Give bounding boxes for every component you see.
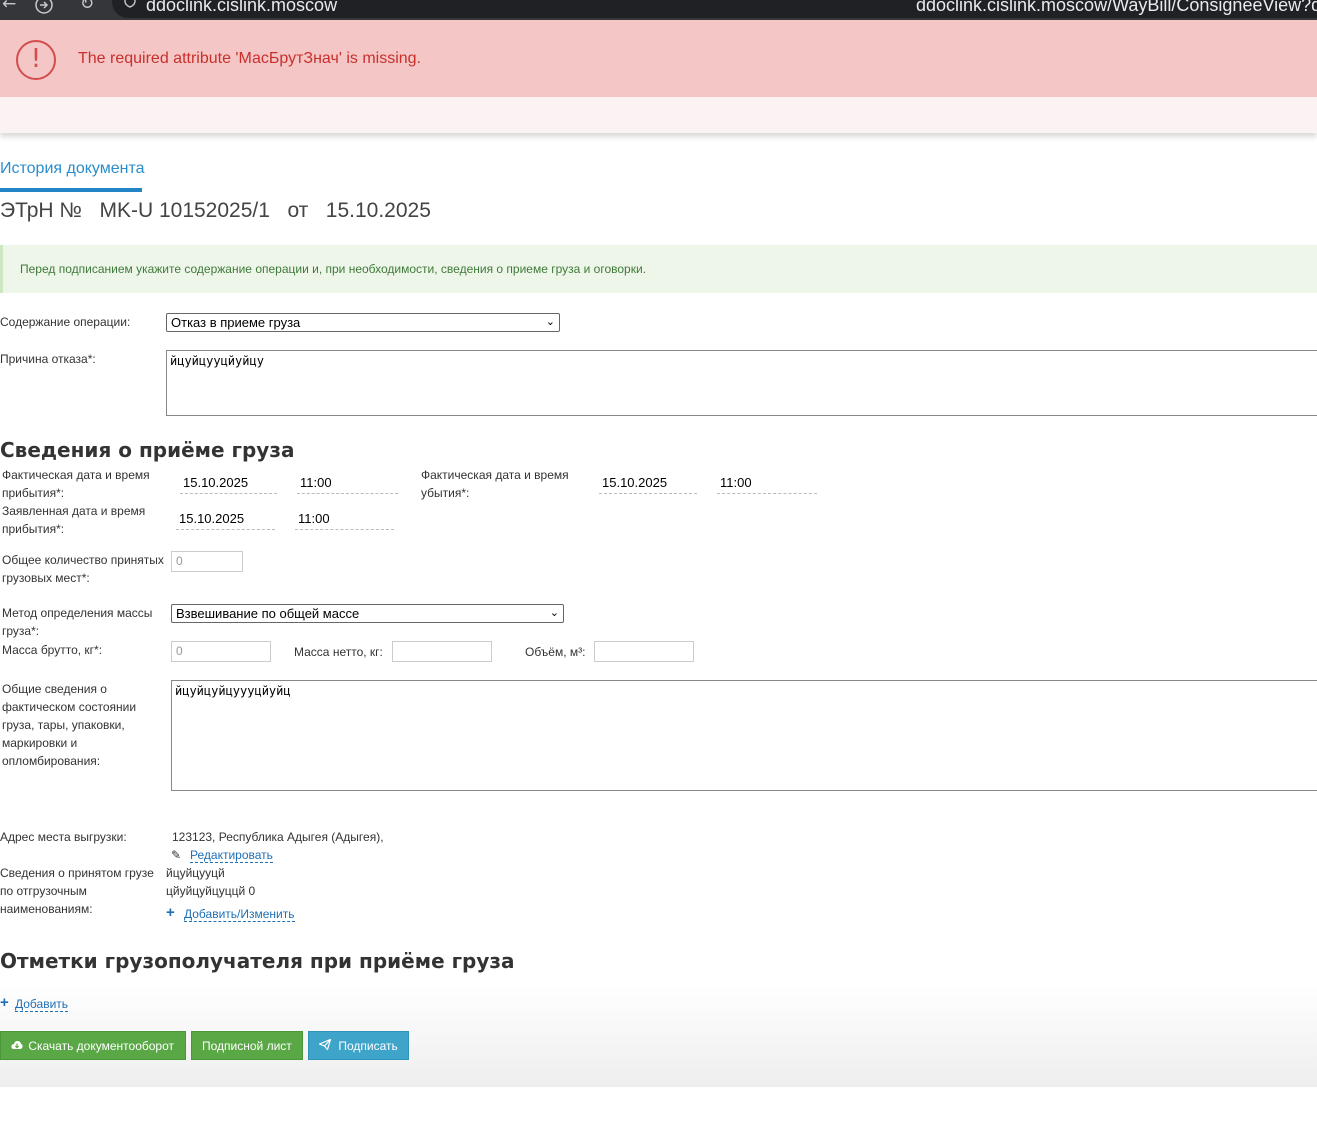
cargo-heading: Сведения о приёме груза bbox=[0, 438, 295, 462]
address-label: Адрес места выгрузки: bbox=[0, 830, 127, 844]
net-mass-label: Масса нетто, кг: bbox=[294, 645, 383, 659]
places-input[interactable]: 0 bbox=[171, 551, 243, 572]
actual-departure-label: Фактическая дата и время убытия*: bbox=[421, 468, 569, 500]
operation-select[interactable]: Отказ в приеме груза ⌄ bbox=[166, 313, 560, 332]
download-docflow-button[interactable]: Скачать документооборот bbox=[0, 1031, 186, 1060]
reject-reason-label: Причина отказа*: bbox=[0, 352, 96, 366]
plus-icon: + bbox=[0, 994, 9, 1011]
info-alert: Перед подписанием укажите содержание опе… bbox=[0, 245, 1317, 293]
item-line-1: йцуйцууцй bbox=[166, 866, 225, 880]
mass-method-select[interactable]: Взвешивание по общей массе ⌄ bbox=[171, 604, 564, 623]
gross-mass-input[interactable]: 0 bbox=[171, 641, 271, 662]
actual-arrival-time-input[interactable]: 11:00 bbox=[297, 474, 398, 494]
declared-arrival-time-input[interactable]: 11:00 bbox=[295, 510, 394, 530]
mass-method-select-value: Взвешивание по общей массе bbox=[176, 606, 360, 621]
browser-toolbar: ← ↻ ddoclink.cislink.moscow ddoclink.cis… bbox=[0, 0, 1317, 20]
condition-label: Общие сведения о фактическом состоянии г… bbox=[2, 682, 137, 768]
places-label: Общее количество принятых грузовых мест*… bbox=[2, 553, 164, 585]
signature-sheet-label: Подписной лист bbox=[202, 1039, 292, 1053]
item-line-2: цйуйцуйцуццй 0 bbox=[166, 884, 256, 898]
chevron-down-icon: ⌄ bbox=[545, 316, 555, 328]
condition-textarea[interactable]: йцуйцуйцуууцйуйц bbox=[171, 680, 1317, 791]
banner-spacer bbox=[0, 97, 1317, 133]
marks-heading: Отметки грузополучателя при приёме груза bbox=[0, 949, 515, 973]
sign-button[interactable]: Подписать bbox=[308, 1031, 409, 1060]
sign-label: Подписать bbox=[338, 1039, 398, 1053]
chevron-down-icon: ⌄ bbox=[549, 607, 559, 619]
download-docflow-label: Скачать документооборот bbox=[28, 1039, 174, 1053]
paper-plane-icon bbox=[317, 1032, 335, 1061]
reject-reason-textarea[interactable]: йцуйцууцйуйцу bbox=[166, 350, 1317, 416]
back-icon[interactable]: ← bbox=[2, 0, 16, 14]
error-message: The required attribute 'МасБрутЗнач' is … bbox=[78, 50, 421, 67]
doc-prefix: ЭТрН № bbox=[0, 199, 82, 222]
net-mass-input[interactable] bbox=[392, 641, 492, 662]
actual-arrival-label: Фактическая дата и время прибытия*: bbox=[2, 468, 150, 500]
volume-label: Объём, м³: bbox=[525, 645, 586, 659]
url-full: ddoclink.cislink.moscow/WayBill/Consigne… bbox=[916, 0, 1317, 15]
forward-icon[interactable] bbox=[34, 0, 54, 19]
info-text: Перед подписанием укажите содержание опе… bbox=[20, 262, 647, 276]
add-mark-link[interactable]: Добавить bbox=[15, 997, 69, 1012]
page-title: ЭТрН № MK-U 10152025/1 от 15.10.2025 bbox=[0, 199, 431, 223]
declared-arrival-label: Заявленная дата и время прибытия*: bbox=[2, 504, 146, 536]
pencil-icon: ✎ bbox=[171, 848, 182, 862]
cloud-download-icon bbox=[11, 1032, 25, 1061]
plus-icon: + bbox=[166, 904, 175, 921]
tab-history[interactable]: История документа bbox=[0, 160, 145, 178]
shield-icon bbox=[124, 0, 136, 12]
edit-address-link[interactable]: Редактировать bbox=[190, 848, 273, 863]
declared-arrival-date-input[interactable]: 15.10.2025 bbox=[176, 510, 275, 530]
doc-number: MK-U 10152025/1 bbox=[99, 199, 270, 222]
gross-mass-label: Масса брутто, кг*: bbox=[2, 643, 103, 657]
actual-departure-date-input[interactable]: 15.10.2025 bbox=[599, 474, 697, 494]
url-host: ddoclink.cislink.moscow bbox=[146, 0, 338, 15]
signature-sheet-button[interactable]: Подписной лист bbox=[191, 1031, 303, 1060]
doc-date: 15.10.2025 bbox=[325, 199, 431, 222]
address-value: 123123, Республика Адыгея (Адыгея), bbox=[172, 830, 384, 844]
actual-departure-time-input[interactable]: 11:00 bbox=[717, 474, 817, 494]
items-label: Сведения о принятом грузе по отгрузочным… bbox=[0, 866, 154, 916]
mass-method-label: Метод определения массы груза*: bbox=[2, 606, 153, 638]
operation-label: Содержание операции: bbox=[0, 315, 131, 329]
actual-arrival-date-input[interactable]: 15.10.2025 bbox=[180, 474, 277, 494]
volume-input[interactable] bbox=[594, 641, 694, 662]
error-icon: ! bbox=[16, 40, 56, 80]
doc-from: от bbox=[287, 199, 309, 222]
tab-active-indicator bbox=[0, 188, 142, 192]
operation-select-value: Отказ в приеме груза bbox=[171, 315, 301, 330]
reload-icon[interactable]: ↻ bbox=[80, 0, 94, 14]
error-banner: ! The required attribute 'МасБрутЗнач' i… bbox=[0, 20, 1317, 97]
add-change-items-link[interactable]: Добавить/Изменить bbox=[184, 907, 295, 922]
